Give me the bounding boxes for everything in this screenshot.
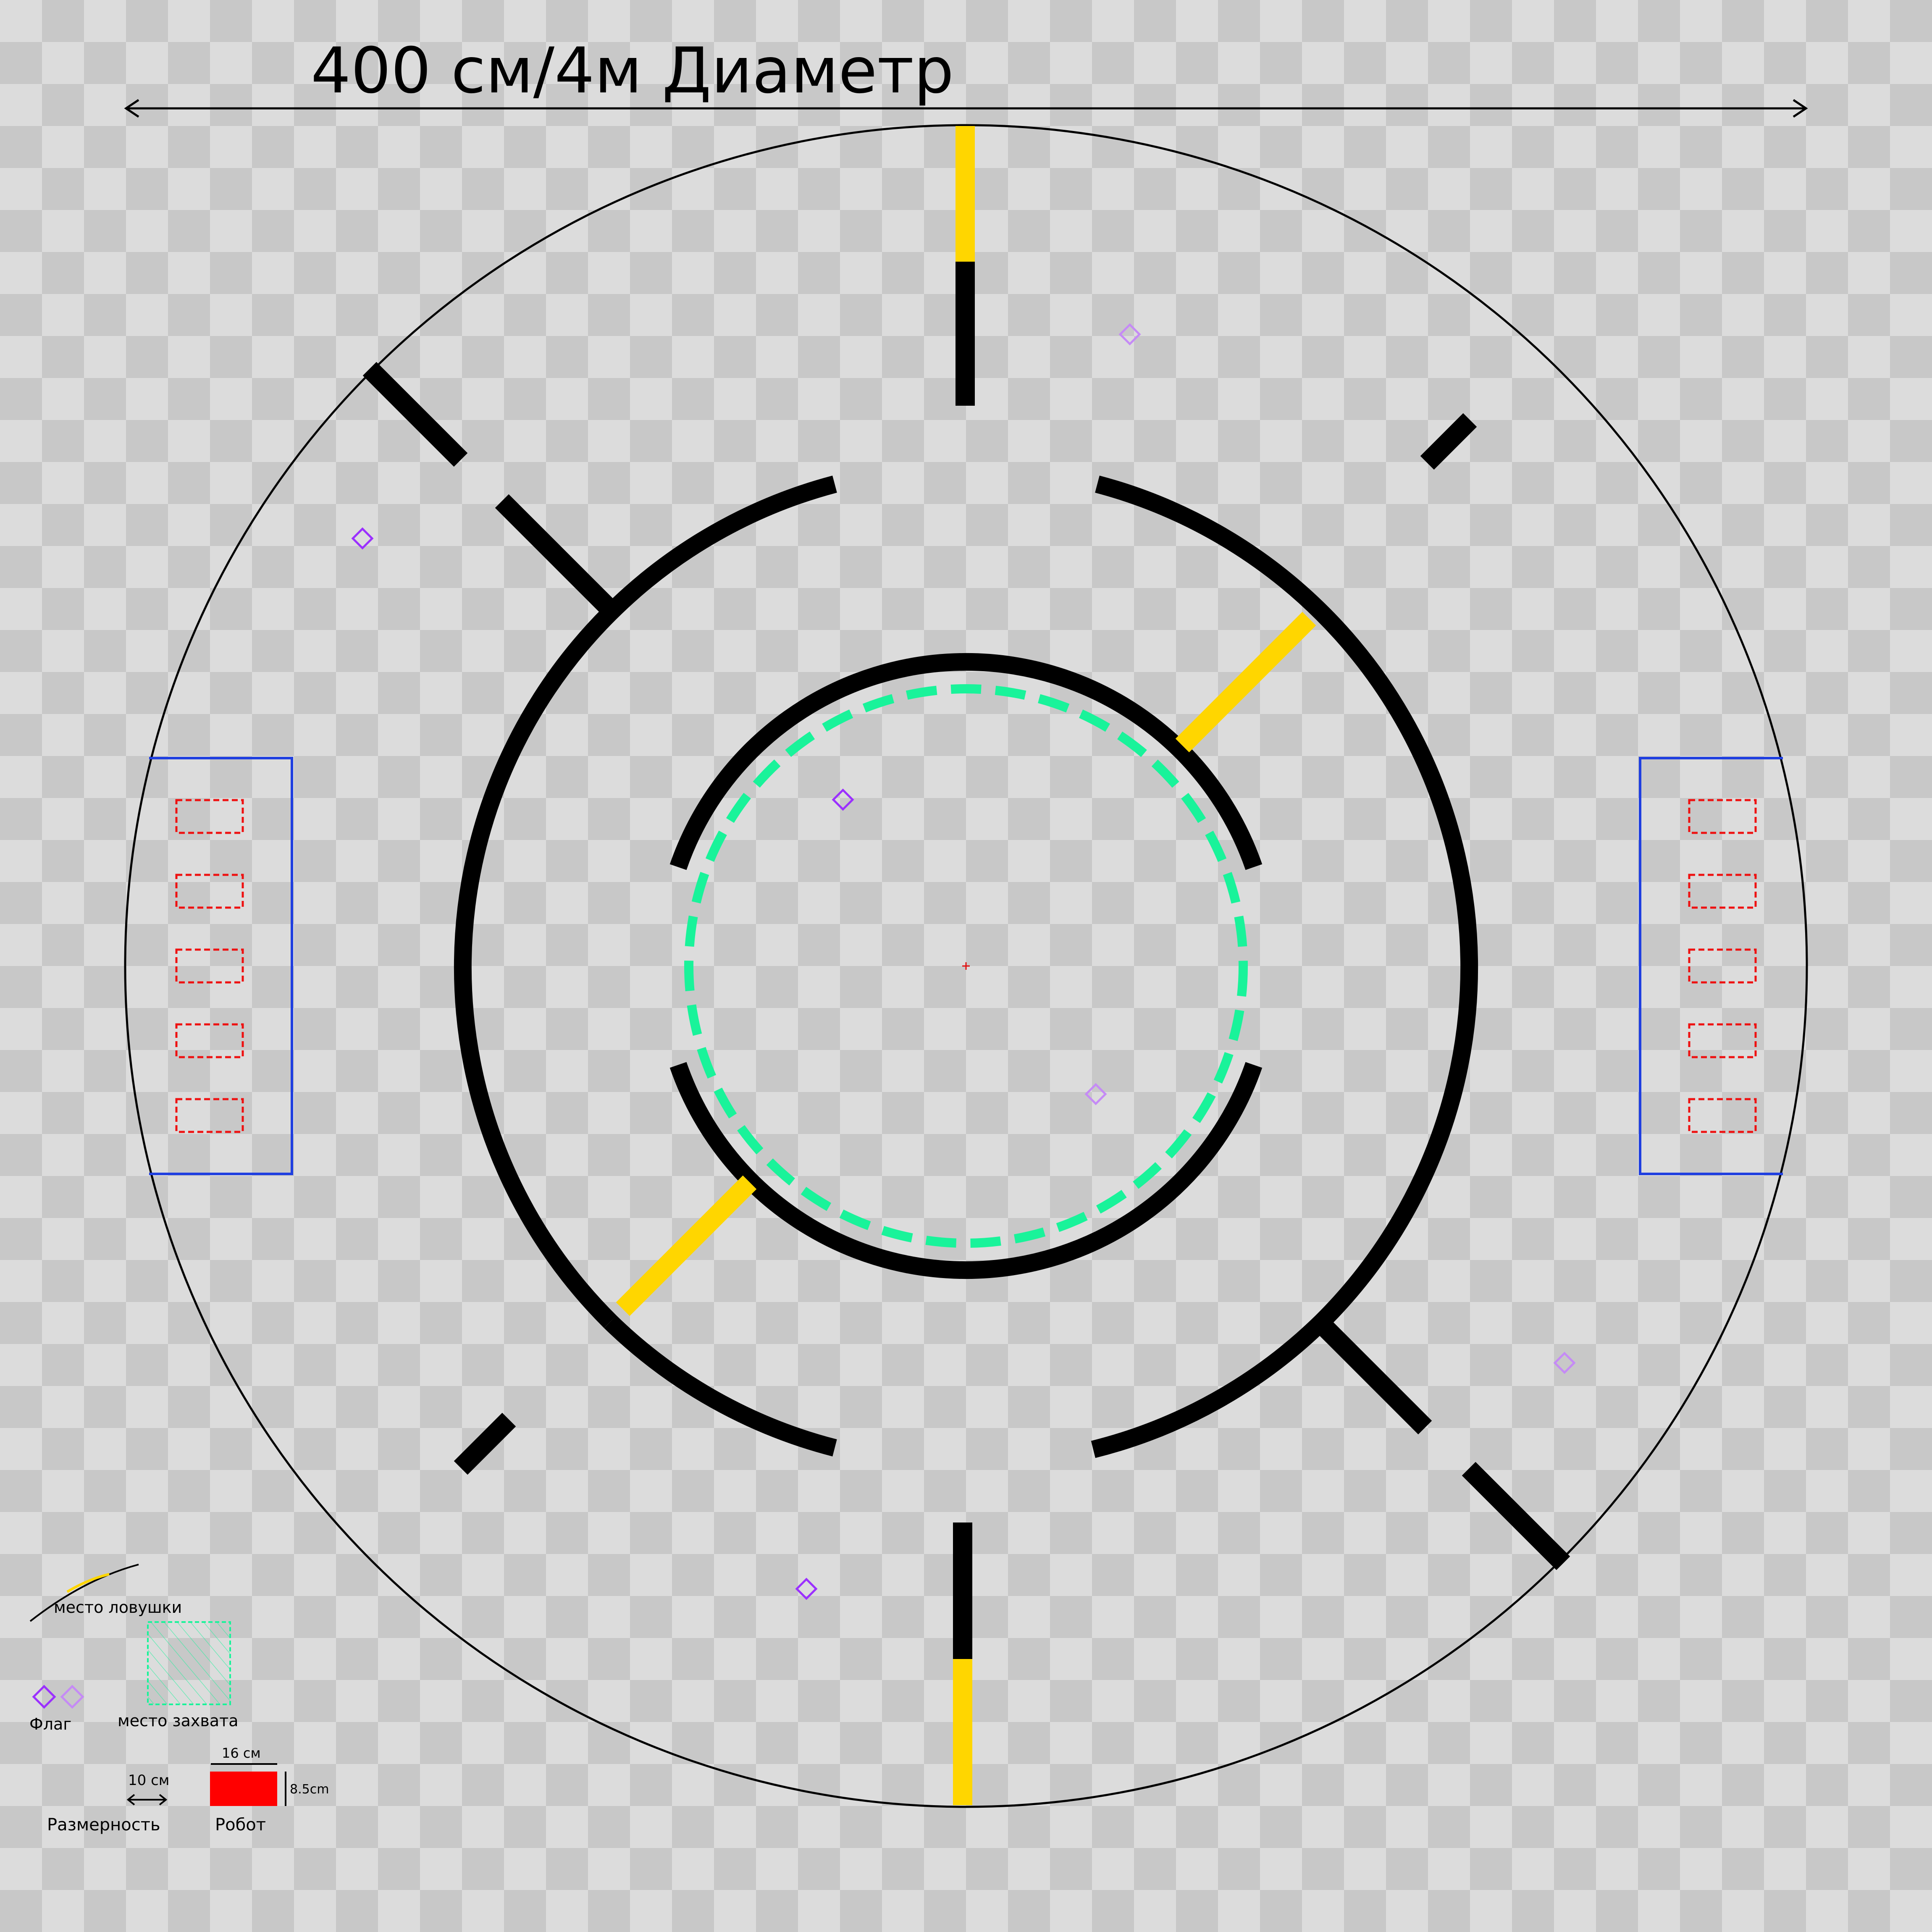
trap-lower-left bbox=[616, 1175, 757, 1316]
legend-trap: место ловушки bbox=[29, 1564, 182, 1622]
center-cross-icon bbox=[962, 962, 970, 970]
flag-diamond-icon bbox=[60, 1685, 84, 1709]
start-slot bbox=[175, 948, 244, 984]
wall-top-left-inner bbox=[495, 494, 625, 624]
flag-diamond-icon bbox=[795, 1578, 818, 1600]
legend-scale: 10 см Размерность bbox=[47, 1772, 169, 1835]
flag-diamond-icon bbox=[1118, 323, 1141, 346]
arena-diagram: 400 см/4м Диаметр место ловушки место за… bbox=[0, 0, 1932, 1932]
legend-flag-label: Флаг bbox=[29, 1715, 71, 1733]
flag-diamond-icon bbox=[351, 527, 374, 550]
legend-capture-swatch bbox=[147, 1621, 231, 1705]
start-slot bbox=[1688, 948, 1757, 984]
radial-walls bbox=[362, 262, 1570, 1659]
start-slot bbox=[175, 1023, 244, 1058]
flag-diamond-icon bbox=[1084, 1083, 1107, 1105]
flag-diamond-icon bbox=[1553, 1352, 1576, 1374]
start-slot bbox=[175, 799, 244, 834]
wall-bottom-right-inner bbox=[1310, 1312, 1432, 1435]
legend-trap-line bbox=[66, 1573, 110, 1593]
right-base bbox=[1639, 757, 1783, 1175]
legend-trap-label: место ловушки bbox=[54, 1598, 182, 1617]
flag-diamond-icon bbox=[32, 1685, 56, 1709]
wall-top-left-outer bbox=[362, 362, 468, 467]
legend-capture: место захвата bbox=[118, 1621, 239, 1730]
legend-scale-value: 10 см bbox=[128, 1772, 169, 1789]
legend-capture-label: место захвата bbox=[118, 1712, 239, 1730]
wall-bottom-left-stub bbox=[454, 1412, 516, 1475]
wall-bottom-right-outer bbox=[1462, 1462, 1570, 1570]
start-slot bbox=[1688, 1023, 1757, 1058]
legend-robot-width: 16 см bbox=[222, 1745, 261, 1761]
middle-wall-arc-bottom-right bbox=[1091, 1315, 1328, 1458]
legend-robot-swatch bbox=[210, 1772, 277, 1806]
legend-robot-label: Робот bbox=[215, 1815, 266, 1835]
legend-flag: Флаг bbox=[29, 1685, 84, 1733]
wall-top-right-stub bbox=[1420, 413, 1477, 470]
start-slot bbox=[1688, 799, 1757, 834]
right-base-outline bbox=[1639, 757, 1783, 1175]
legend-scale-label: Размерность bbox=[47, 1815, 160, 1835]
inner-wall-arc-bottom bbox=[669, 1062, 1263, 1279]
start-slot bbox=[1688, 874, 1757, 909]
legend-robot: 16 см 8.5cm Робот bbox=[210, 1745, 329, 1835]
left-base-outline bbox=[149, 757, 293, 1175]
trap-upper-right bbox=[1175, 612, 1316, 753]
start-slot bbox=[1688, 1098, 1757, 1133]
legend-robot-height: 8.5cm bbox=[290, 1782, 329, 1797]
left-base bbox=[149, 757, 293, 1175]
start-slot bbox=[175, 874, 244, 909]
diagram-title: 400 см/4м Диаметр bbox=[311, 34, 954, 108]
flag-diamond-icon bbox=[832, 788, 854, 811]
legend: место ловушки место захвата Флаг 10 см Р… bbox=[29, 1564, 329, 1835]
flags bbox=[351, 323, 1576, 1600]
start-slot bbox=[175, 1098, 244, 1133]
middle-wall-arc-bottom-left bbox=[604, 1315, 837, 1457]
arena-field: 400 см/4м Диаметр место ловушки место за… bbox=[29, 34, 1808, 1835]
